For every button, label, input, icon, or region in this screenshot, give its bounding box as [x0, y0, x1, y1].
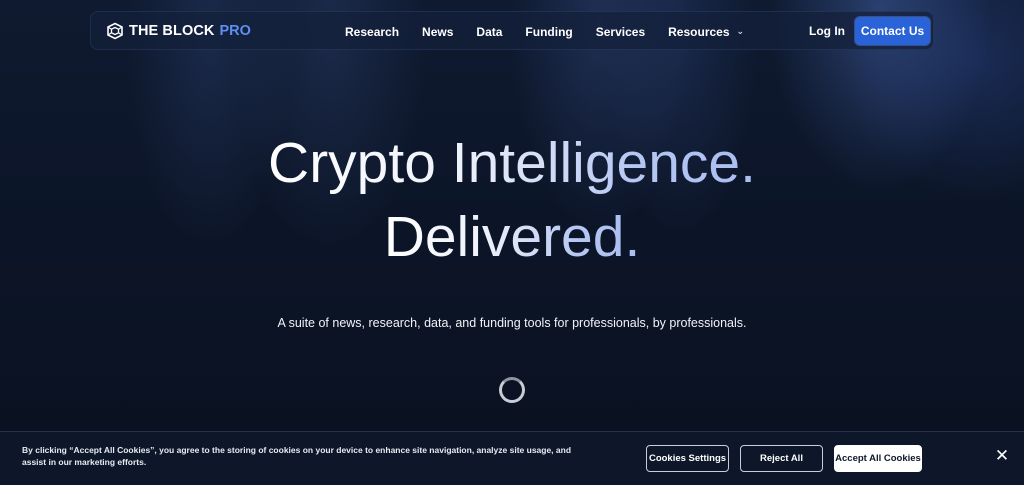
- loading-spinner-icon: [499, 377, 525, 403]
- nav-link-research[interactable]: Research: [345, 25, 399, 39]
- hero-title-line1: Crypto Intelligence.: [268, 131, 756, 195]
- close-icon[interactable]: ✕: [994, 447, 1010, 464]
- page: THE BLOCK PRO Research News Data Funding…: [0, 0, 1024, 485]
- chevron-down-icon: ⌄: [736, 26, 745, 36]
- login-link[interactable]: Log In: [809, 24, 845, 38]
- hero-subtitle: A suite of news, research, data, and fun…: [277, 316, 747, 330]
- hero-title-line2: Delivered.: [383, 205, 641, 269]
- hero-title: Crypto Intelligence. Delivered.: [0, 126, 1024, 274]
- nav-link-services[interactable]: Services: [596, 25, 645, 39]
- nav-link-funding[interactable]: Funding: [525, 25, 572, 39]
- cookie-banner-text: By clicking “Accept All Cookies”, you ag…: [22, 445, 572, 467]
- nav-link-resources-label: Resources: [668, 24, 730, 39]
- top-navbar: THE BLOCK PRO Research News Data Funding…: [90, 11, 934, 50]
- nav-link-news[interactable]: News: [422, 25, 453, 39]
- logo-pro-text: PRO: [219, 23, 251, 39]
- block-logo-icon: [107, 22, 123, 40]
- nav-links: Research News Data Funding Services Reso…: [345, 12, 767, 51]
- cookie-banner: By clicking “Accept All Cookies”, you ag…: [0, 431, 1024, 485]
- logo[interactable]: THE BLOCK PRO: [106, 21, 251, 41]
- nav-link-resources-dropdown[interactable]: Resources ⌄: [668, 25, 744, 39]
- accept-all-cookies-button[interactable]: Accept All Cookies: [834, 445, 922, 472]
- cookies-settings-button[interactable]: Cookies Settings: [646, 445, 729, 472]
- contact-us-button[interactable]: Contact Us: [855, 17, 930, 45]
- logo-text: THE BLOCK: [129, 23, 215, 39]
- reject-all-button[interactable]: Reject All: [740, 445, 823, 472]
- nav-link-data[interactable]: Data: [476, 25, 502, 39]
